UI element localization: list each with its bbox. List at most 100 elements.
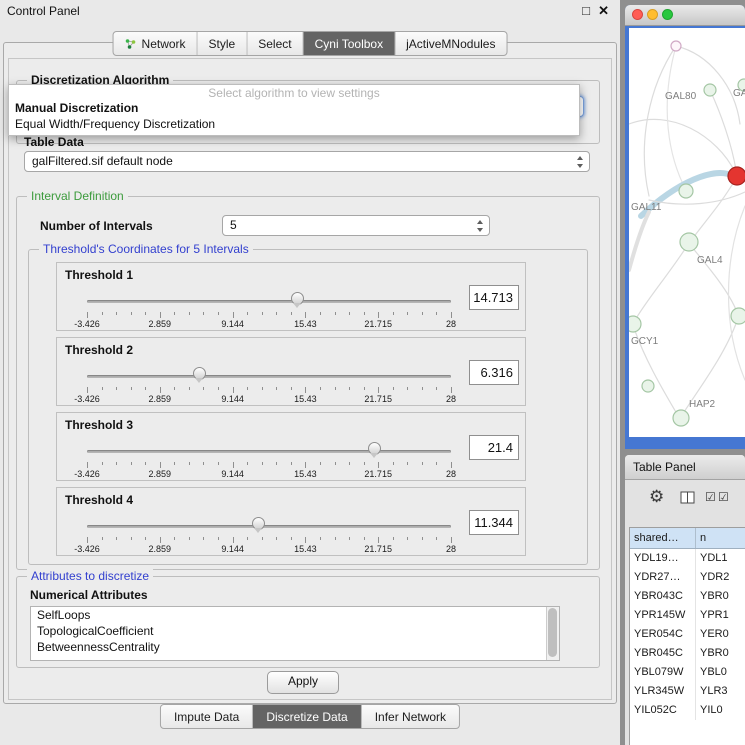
application-window: Control Panel □ ✕ Network Style Select C… (0, 0, 745, 745)
slider-track (87, 375, 451, 378)
threshold-value-field[interactable]: 21.4 (469, 435, 519, 460)
tick-mark (218, 462, 219, 465)
numerical-attributes-label: Numerical Attributes (30, 588, 148, 602)
tick-mark (436, 537, 437, 540)
network-node[interactable] (731, 308, 745, 324)
table-row[interactable]: YBR043CYBR0 (630, 587, 745, 606)
tick-mark (87, 312, 88, 318)
column-header-shared-name[interactable]: shared… (630, 528, 696, 548)
restore-icon[interactable]: □ (582, 3, 590, 18)
number-of-intervals-select[interactable]: 5 (222, 215, 490, 236)
tick-mark (335, 312, 336, 315)
network-node[interactable] (728, 167, 745, 185)
tick-mark (247, 312, 248, 315)
number-of-intervals-value: 5 (230, 218, 237, 232)
minimize-traffic-light[interactable] (647, 9, 658, 20)
network-node[interactable] (680, 233, 698, 251)
threshold-value-field[interactable]: 14.713 (469, 285, 519, 310)
column-header-name[interactable]: n (696, 528, 745, 548)
threshold-slider[interactable] (87, 517, 451, 535)
tab-discretize-data[interactable]: Discretize Data (253, 705, 361, 728)
threshold-slider[interactable] (87, 442, 451, 460)
tick-mark (131, 462, 132, 465)
slider-thumb[interactable] (291, 292, 304, 305)
list-item[interactable]: TopologicalCoefficient (31, 623, 559, 639)
tick-mark (349, 462, 350, 465)
tick-mark (451, 312, 452, 318)
gear-icon[interactable]: ⚙ (649, 487, 664, 507)
cell-name: YBR0 (696, 587, 745, 606)
tab-label: Style (209, 37, 236, 51)
table-row[interactable]: YDR27…YDR2 (630, 568, 745, 587)
tick-mark (320, 387, 321, 390)
tick-mark (160, 387, 161, 393)
control-panel-titlebar: Control Panel □ ✕ (0, 0, 620, 22)
scrollbar[interactable] (546, 607, 559, 660)
table-row[interactable]: YIL052CYIL0 (630, 701, 745, 720)
tab-select[interactable]: Select (247, 32, 303, 55)
cell-shared-name: YLR345W (630, 682, 696, 701)
cell-name: YER0 (696, 625, 745, 644)
threshold-value-field[interactable]: 11.344 (469, 510, 519, 535)
tab-style[interactable]: Style (198, 32, 248, 55)
tab-impute-data[interactable]: Impute Data (161, 705, 253, 728)
scrollbar-thumb[interactable] (548, 608, 557, 657)
table-data-label: Table Data (24, 135, 84, 149)
scale-label: 2.859 (149, 469, 172, 479)
tick-mark (364, 537, 365, 540)
tick-mark (276, 387, 277, 390)
network-edge (634, 246, 687, 322)
table-row[interactable]: YDL19…YDL1 (630, 549, 745, 568)
scale-label: 9.144 (221, 394, 244, 404)
network-node[interactable] (642, 380, 654, 392)
threshold-slider[interactable] (87, 292, 451, 310)
table-data-value: galFiltered.sif default node (32, 154, 173, 168)
option-equal-width-frequency[interactable]: Equal Width/Frequency Discretization (15, 117, 215, 131)
apply-button[interactable]: Apply (267, 671, 339, 694)
network-node[interactable] (673, 410, 689, 426)
table-row[interactable]: YPR145WYPR1 (630, 606, 745, 625)
network-node[interactable] (679, 184, 693, 198)
slider-thumb[interactable] (193, 367, 206, 380)
list-item[interactable]: BetweennessCentrality (31, 639, 559, 655)
network-canvas[interactable]: GAL80GAGAL11GAL4GCY1HAP2 (629, 28, 745, 437)
close-icon[interactable]: ✕ (598, 3, 609, 19)
network-node[interactable] (629, 316, 641, 332)
network-edge (710, 90, 736, 170)
slider-thumb[interactable] (252, 517, 265, 530)
list-item[interactable]: SelfLoops (31, 607, 559, 623)
tick-mark (102, 462, 103, 465)
threshold-slider[interactable] (87, 367, 451, 385)
tab-network[interactable]: Network (114, 32, 198, 55)
table-row[interactable]: YBL079WYBL0 (630, 663, 745, 682)
tab-infer-network[interactable]: Infer Network (362, 705, 459, 728)
table-row[interactable]: YER054CYER0 (630, 625, 745, 644)
threshold-value-field[interactable]: 6.316 (469, 360, 519, 385)
select-all-checkbox-icon[interactable]: ☑ (705, 490, 716, 504)
group-title: Attributes to discretize (27, 569, 153, 583)
network-node[interactable] (671, 41, 681, 51)
select-none-checkbox-icon[interactable]: ☑ (718, 490, 729, 504)
network-edge (667, 46, 686, 190)
zoom-traffic-light[interactable] (662, 9, 673, 20)
table-data-select[interactable]: galFiltered.sif default node (24, 151, 590, 172)
tick-mark (189, 312, 190, 315)
network-node-label: GA (733, 88, 745, 99)
tab-cyni-toolbox[interactable]: Cyni Toolbox (304, 32, 395, 55)
option-manual-discretization[interactable]: Manual Discretization (15, 101, 138, 115)
tick-mark (407, 462, 408, 465)
threshold-panel-4: Threshold 4-3.4262.8599.14415.4321.71528… (56, 487, 526, 556)
tick-mark (203, 537, 204, 540)
tick-mark (233, 387, 234, 393)
network-node[interactable] (704, 84, 716, 96)
network-node-label: HAP2 (689, 399, 716, 410)
columns-icon[interactable] (680, 491, 696, 510)
table-panel-title: Table Panel (633, 460, 696, 474)
table-row[interactable]: YLR345WYLR3 (630, 682, 745, 701)
network-edge (693, 180, 735, 238)
combo-arrows-icon (476, 219, 485, 233)
close-traffic-light[interactable] (632, 9, 643, 20)
table-row[interactable]: YBR045CYBR0 (630, 644, 745, 663)
slider-thumb[interactable] (368, 442, 381, 455)
tab-jactivemnodules[interactable]: jActiveMNodules (395, 32, 506, 55)
